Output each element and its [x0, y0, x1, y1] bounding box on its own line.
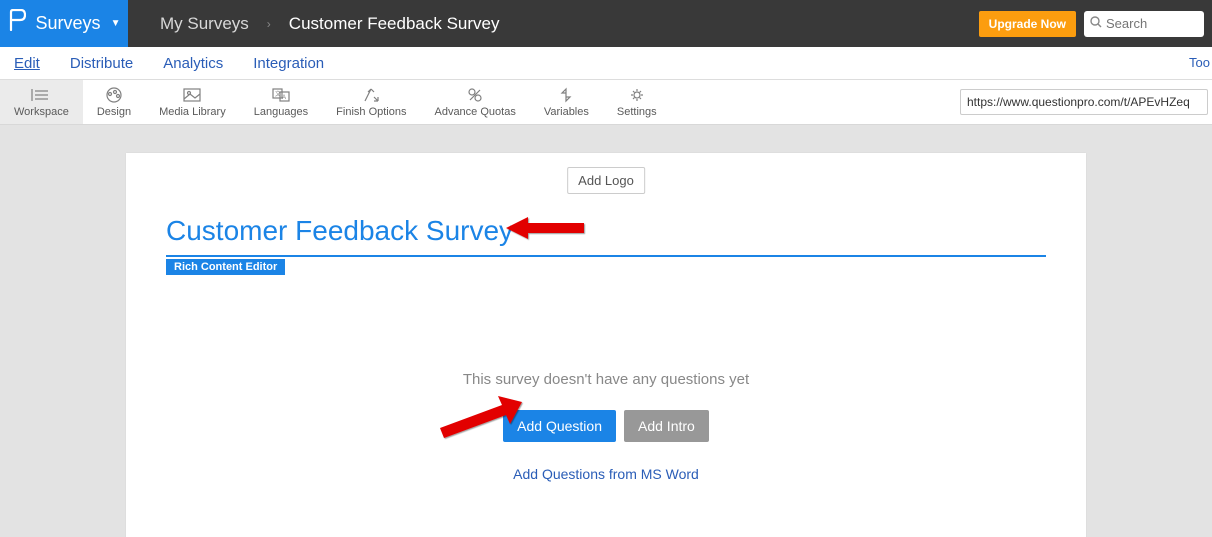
tool-label: Media Library: [159, 106, 226, 118]
tab-distribute[interactable]: Distribute: [70, 55, 133, 72]
media-icon: [181, 86, 203, 104]
breadcrumb: My Surveys › Customer Feedback Survey: [160, 14, 500, 34]
surveys-dropdown[interactable]: Surveys ▼: [0, 0, 128, 47]
empty-text: This survey doesn't have any questions y…: [126, 371, 1086, 388]
button-row: Add Question Add Intro: [126, 410, 1086, 442]
tool-variables[interactable]: Variables: [530, 80, 603, 124]
rich-content-editor-tag[interactable]: Rich Content Editor: [166, 259, 285, 275]
nav-overflow[interactable]: Too: [1187, 47, 1212, 78]
survey-card: Add Logo Customer Feedback Survey Rich C…: [126, 153, 1086, 537]
upgrade-button[interactable]: Upgrade Now: [979, 11, 1076, 37]
topbar: Surveys ▼ My Surveys › Customer Feedback…: [0, 0, 1212, 47]
finish-icon: [360, 86, 382, 104]
svg-text:文: 文: [275, 90, 281, 98]
chevron-right-icon: ›: [267, 17, 271, 31]
surveys-label: Surveys: [36, 13, 101, 34]
canvas: Add Logo Customer Feedback Survey Rich C…: [0, 125, 1212, 537]
workspace-icon: [30, 86, 52, 104]
tool-finish-options[interactable]: Finish Options: [322, 80, 420, 124]
add-logo-button[interactable]: Add Logo: [567, 167, 645, 194]
tool-media-library[interactable]: Media Library: [145, 80, 240, 124]
svg-text:A: A: [282, 95, 286, 101]
design-icon: [103, 86, 125, 104]
tool-label: Finish Options: [336, 106, 406, 118]
tool-advance-quotas[interactable]: Advance Quotas: [420, 80, 529, 124]
tool-design[interactable]: Design: [83, 80, 145, 124]
search-input[interactable]: [1106, 16, 1198, 31]
survey-url-input[interactable]: [960, 89, 1208, 115]
languages-icon: 文A: [270, 86, 292, 104]
tab-edit[interactable]: Edit: [14, 55, 40, 72]
toolbar: Workspace Design Media Library 文A Langua…: [0, 80, 1212, 125]
tool-label: Settings: [617, 106, 657, 118]
variables-icon: [555, 86, 577, 104]
main-nav: Edit Distribute Analytics Integration To…: [0, 47, 1212, 80]
add-intro-button[interactable]: Add Intro: [624, 410, 709, 442]
quota-icon: [464, 86, 486, 104]
caret-down-icon: ▼: [111, 18, 121, 29]
tool-label: Languages: [254, 106, 308, 118]
search-icon: [1090, 16, 1102, 31]
tool-label: Design: [97, 106, 131, 118]
tool-label: Variables: [544, 106, 589, 118]
tool-settings[interactable]: Settings: [603, 80, 671, 124]
add-from-word-link[interactable]: Add Questions from MS Word: [513, 466, 699, 482]
tool-languages[interactable]: 文A Languages: [240, 80, 322, 124]
tool-label: Advance Quotas: [434, 106, 515, 118]
add-question-button[interactable]: Add Question: [503, 410, 616, 442]
settings-icon: [626, 86, 648, 104]
tool-label: Workspace: [14, 106, 69, 118]
breadcrumb-current: Customer Feedback Survey: [289, 14, 500, 34]
search-box[interactable]: [1084, 11, 1204, 37]
tab-integration[interactable]: Integration: [253, 55, 324, 72]
logo-icon: [8, 9, 26, 38]
empty-state: This survey doesn't have any questions y…: [126, 371, 1086, 482]
tab-analytics[interactable]: Analytics: [163, 55, 223, 72]
breadcrumb-parent[interactable]: My Surveys: [160, 14, 249, 34]
tool-workspace[interactable]: Workspace: [0, 80, 83, 124]
topbar-right: Upgrade Now: [979, 11, 1212, 37]
